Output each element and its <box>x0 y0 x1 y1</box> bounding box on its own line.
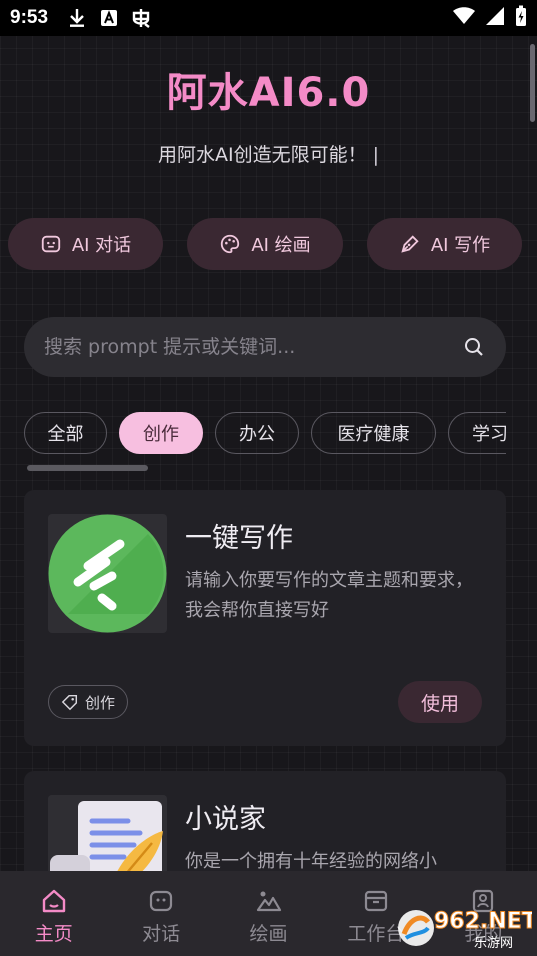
chip-office[interactable]: 办公 <box>215 412 299 454</box>
quill-logo-icon <box>48 514 167 633</box>
home-icon <box>42 889 65 913</box>
chat-bubble-icon <box>41 235 60 253</box>
mountain-icon <box>256 891 281 912</box>
card-title: 小说家 <box>185 804 266 835</box>
wifi-icon <box>453 6 475 30</box>
chat-icon <box>150 890 173 912</box>
nav-draw-label: 绘画 <box>249 923 288 945</box>
download-icon <box>66 7 88 29</box>
status-bar: 9:53 <box>0 0 537 36</box>
nav-chat[interactable]: 对话 <box>107 871 214 956</box>
battery-icon <box>515 5 527 32</box>
svg-text:962.NET: 962.NET <box>434 909 532 934</box>
card-tag: 创作 <box>48 685 129 719</box>
ai-chat-label: AI 对话 <box>71 235 132 256</box>
app-title: 阿水AI6.0 <box>166 70 371 116</box>
nav-home-label: 主页 <box>34 923 73 945</box>
chip-medical-health[interactable]: 医疗健康 <box>311 412 436 454</box>
briefcase-icon <box>364 890 388 912</box>
card-title: 一键写作 <box>185 523 293 554</box>
watermark-logo: 962.NET 乐游网 <box>396 904 537 952</box>
nav-chat-label: 对话 <box>142 923 181 945</box>
use-button[interactable]: 使用 <box>398 681 482 723</box>
card-thumbnail <box>48 514 167 633</box>
ai-draw-button[interactable]: AI 绘画 <box>187 218 343 270</box>
quick-actions: AI 对话 AI 绘画 AI 写作 <box>8 218 528 270</box>
nav-draw[interactable]: 绘画 <box>215 871 322 956</box>
card-description: 请输入你要写作的文章主题和要求，我会帮你直接写好 <box>185 570 473 621</box>
svg-text:乐游网: 乐游网 <box>474 936 513 951</box>
palette-icon <box>221 234 240 254</box>
ai-draw-label: AI 绘画 <box>251 235 311 256</box>
bug-icon <box>130 7 152 29</box>
nav-home[interactable]: 主页 <box>0 871 107 956</box>
ai-chat-button[interactable]: AI 对话 <box>8 218 163 270</box>
category-chips: 全部 创作 办公 医疗健康 学习 <box>24 412 506 456</box>
card-tag-label: 创作 <box>85 693 116 712</box>
pen-icon <box>401 235 419 253</box>
prompt-card[interactable]: 一键写作 请输入你要写作的文章主题和要求，我会帮你直接写好 创作 使用 <box>24 490 506 746</box>
subtitle: 用阿水AI创造无限可能！ | <box>0 140 537 167</box>
search-bar <box>24 317 506 377</box>
chip-study[interactable]: 学习 <box>448 412 506 454</box>
tag-icon <box>61 694 78 711</box>
ai-write-button[interactable]: AI 写作 <box>367 218 522 270</box>
search-icon[interactable] <box>462 335 486 359</box>
subtitle-text: 用阿水AI创造无限可能！ <box>157 144 367 166</box>
ai-write-label: AI 写作 <box>430 235 491 256</box>
chip-all[interactable]: 全部 <box>24 412 107 454</box>
signal-icon <box>485 6 505 31</box>
status-time: 9:53 <box>10 7 49 28</box>
chips-scroll-indicator <box>27 465 148 471</box>
typing-caret: | <box>372 144 379 166</box>
font-a-icon <box>98 7 120 29</box>
chip-creation[interactable]: 创作 <box>119 412 203 454</box>
search-input[interactable] <box>44 336 462 358</box>
